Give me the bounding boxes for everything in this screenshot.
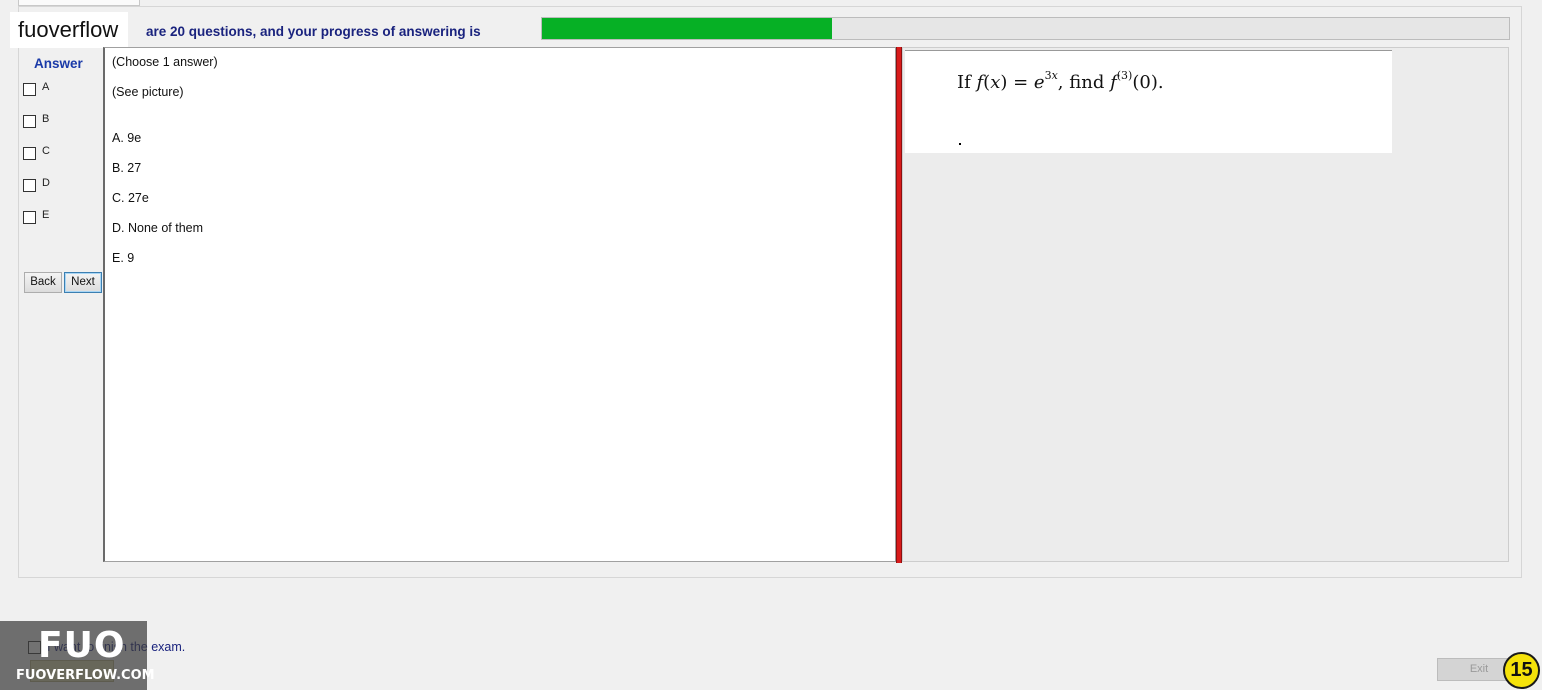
choice-d: D. None of them — [112, 221, 204, 235]
choice-c: C. 27e — [112, 191, 149, 205]
choice-e: E. 9 — [112, 251, 135, 265]
checkbox-b[interactable] — [23, 115, 36, 128]
question-instruction: (Choose 1 answer) — [112, 55, 218, 69]
watermark-logo-big: FUO — [38, 625, 126, 666]
checkbox-d[interactable] — [23, 179, 36, 192]
answer-title: Answer — [34, 56, 83, 71]
option-c[interactable]: C — [23, 144, 50, 163]
option-c-label: C — [42, 144, 50, 157]
question-picture: If f(x) = e3x, find f(3)(0). — [905, 50, 1392, 153]
progress-text: are 20 questions, and your progress of a… — [146, 24, 481, 39]
question-note: (See picture) — [112, 85, 184, 99]
checkbox-c[interactable] — [23, 147, 36, 160]
option-b[interactable]: B — [23, 112, 50, 131]
next-button[interactable]: Next — [64, 272, 102, 293]
back-button[interactable]: Back — [24, 272, 62, 293]
checkbox-e[interactable] — [23, 211, 36, 224]
formula-image: If f(x) = e3x, find f(3)(0). — [957, 69, 1164, 93]
option-e-label: E — [42, 208, 50, 221]
option-e[interactable]: E — [23, 208, 50, 227]
picture-dot — [959, 143, 961, 145]
option-a[interactable]: A — [23, 80, 50, 99]
option-d-label: D — [42, 176, 50, 189]
watermark-logo-small: FUOVERFLOW.COM — [16, 668, 155, 683]
progress-fill — [542, 18, 833, 39]
option-b-label: B — [42, 112, 50, 125]
choice-b: B. 27 — [112, 161, 142, 175]
question-pane: (Choose 1 answer) (See picture) A. 9e B.… — [103, 47, 896, 562]
counter-badge: 15 — [1503, 652, 1540, 689]
option-a-label: A — [42, 80, 50, 93]
brand-label: fuoverflow — [10, 12, 129, 48]
watermark-logo: FUO FUOVERFLOW.COM — [0, 621, 155, 690]
progress-bar — [541, 17, 1510, 40]
option-d[interactable]: D — [23, 176, 50, 195]
picture-pane: If f(x) = e3x, find f(3)(0). — [902, 47, 1509, 562]
choice-a: A. 9e — [112, 131, 142, 145]
checkbox-a[interactable] — [23, 83, 36, 96]
